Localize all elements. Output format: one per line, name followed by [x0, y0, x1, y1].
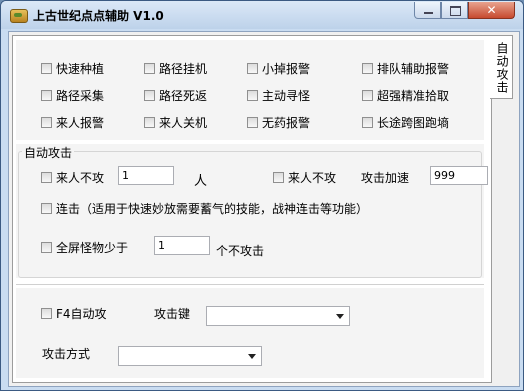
checkbox-box[interactable] [144, 90, 155, 101]
option-checkbox[interactable]: 小掉报警 [247, 60, 310, 77]
options-panel: 快速种植 路径挂机 小掉报警 排队辅助报警 路径采集 路径死返 主动寻怪 超强精… [16, 40, 484, 140]
option-checkbox[interactable]: 快速种植 [41, 60, 104, 77]
checkbox-box[interactable] [362, 90, 373, 101]
checkbox-box[interactable] [41, 242, 52, 253]
checkbox-box[interactable] [247, 90, 258, 101]
close-icon: ✕ [486, 3, 497, 17]
no-attack-2-checkbox[interactable]: 来人不攻 [273, 169, 336, 186]
option-checkbox[interactable]: 超强精准拾取 [362, 87, 449, 104]
title-bar[interactable]: 上古世纪点点辅助 V1.0 ✕ [1, 1, 523, 29]
checkbox-box[interactable] [41, 308, 52, 319]
chevron-down-icon [248, 354, 256, 359]
attack-key-label: 攻击键 [154, 307, 191, 321]
option-checkbox[interactable]: 无药报警 [247, 114, 310, 131]
attack-speed-input[interactable]: 999 [430, 166, 488, 185]
checkbox-box[interactable] [273, 172, 284, 183]
no-attack-checkbox[interactable]: 来人不攻 [41, 169, 104, 186]
divider [16, 284, 484, 285]
checkbox-box[interactable] [247, 117, 258, 128]
checkbox-box[interactable] [41, 203, 52, 214]
option-checkbox[interactable]: 路径采集 [41, 87, 104, 104]
tab-panel: 快速种植 路径挂机 小掉报警 排队辅助报警 路径采集 路径死返 主动寻怪 超强精… [12, 35, 492, 383]
attack-mode-label: 攻击方式 [42, 347, 91, 361]
option-checkbox[interactable]: 路径挂机 [144, 60, 207, 77]
close-button[interactable]: ✕ [468, 2, 515, 19]
tab-auto-attack[interactable]: 自动攻击 [490, 35, 513, 99]
fullscreen-monster-checkbox[interactable]: 全屏怪物少于 [41, 239, 128, 256]
window-title: 上古世纪点点辅助 V1.0 [33, 9, 164, 23]
checkbox-box[interactable] [41, 172, 52, 183]
f4-panel: F4自动攻 攻击键 攻击方式 [16, 288, 484, 378]
maximize-button[interactable] [441, 2, 468, 19]
app-logo-icon [10, 9, 28, 23]
app-window: 上古世纪点点辅助 V1.0 ✕ 快速种植 路径挂机 小掉报警 排队辅助报警 路径… [0, 0, 524, 391]
option-checkbox[interactable]: 主动寻怪 [247, 87, 310, 104]
tab-auto-attack-label: 自动攻击 [495, 42, 509, 94]
chevron-down-icon [336, 314, 344, 319]
combo-attack-checkbox[interactable]: 连击（适用于快速妙放需要蓄气的技能，战神连击等功能） [41, 200, 368, 217]
option-checkbox[interactable]: 路径死返 [144, 87, 207, 104]
attack-speed-label: 攻击加速 [361, 171, 410, 185]
f4-auto-attack-checkbox[interactable]: F4自动攻 [41, 305, 107, 322]
attack-mode-select[interactable] [118, 346, 262, 366]
checkbox-box[interactable] [247, 63, 258, 74]
fullscreen-suffix-label: 个不攻击 [216, 244, 265, 258]
auto-attack-group-title: 自动攻击 [22, 144, 75, 161]
checkbox-box[interactable] [41, 63, 52, 74]
no-attack-count-input[interactable]: 1 [118, 166, 174, 185]
minimize-button[interactable] [414, 2, 441, 19]
checkbox-box[interactable] [362, 117, 373, 128]
checkbox-box[interactable] [41, 90, 52, 101]
option-checkbox[interactable]: 排队辅助报警 [362, 60, 449, 77]
person-unit-label: 人 [194, 174, 208, 189]
client-area: 快速种植 路径挂机 小掉报警 排队辅助报警 路径采集 路径死返 主动寻怪 超强精… [8, 31, 520, 387]
fullscreen-monster-input[interactable]: 1 [154, 236, 210, 255]
option-checkbox[interactable]: 来人关机 [144, 114, 207, 131]
attack-key-select[interactable] [206, 306, 350, 326]
option-checkbox[interactable]: 来人报警 [41, 114, 104, 131]
auto-attack-panel: 自动攻击 来人不攻 1 人 来人不攻 攻击加速 999 连击（适用于快速妙放需要… [16, 144, 488, 278]
checkbox-box[interactable] [41, 117, 52, 128]
checkbox-box[interactable] [144, 63, 155, 74]
checkbox-box[interactable] [362, 63, 373, 74]
checkbox-box[interactable] [144, 117, 155, 128]
option-checkbox[interactable]: 长途跨图跑墒 [362, 114, 449, 131]
